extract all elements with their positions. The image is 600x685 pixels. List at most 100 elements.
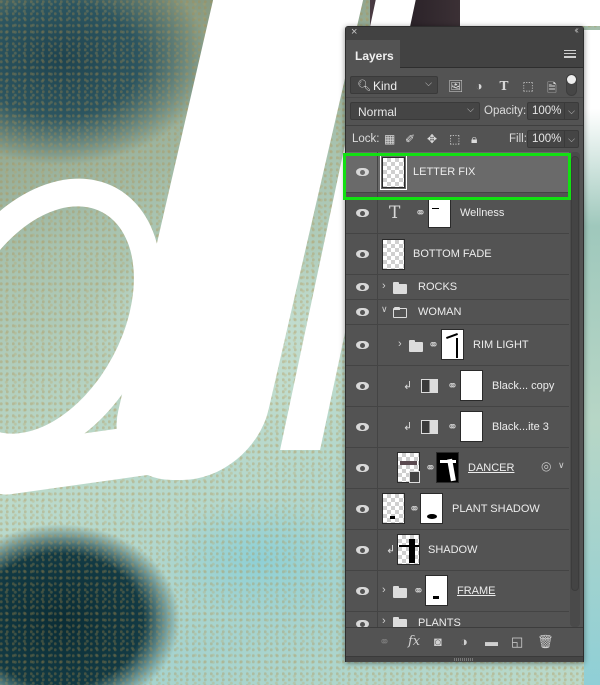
layer-name[interactable]: DANCER — [468, 462, 514, 474]
scrollbar-thumb[interactable] — [571, 156, 579, 591]
new-layer-icon[interactable]: ◱ — [511, 634, 523, 650]
visibility-toggle[interactable] — [346, 152, 378, 192]
lock-all-icon[interactable]: 🔒︎ — [471, 132, 477, 147]
panel-titlebar[interactable]: × ‹‹ — [346, 25, 583, 40]
layer-name[interactable]: ROCKS — [418, 281, 457, 293]
layer-name[interactable]: PLANTS — [418, 617, 461, 627]
visibility-toggle[interactable] — [346, 571, 378, 611]
eye-icon[interactable] — [356, 250, 369, 258]
visibility-toggle[interactable] — [346, 407, 378, 447]
visibility-toggle[interactable] — [346, 448, 378, 488]
layer-mask-thumbnail[interactable] — [420, 493, 443, 524]
link-icon[interactable]: ⚭ — [413, 583, 424, 599]
layer-row-wellness[interactable]: T ⚭ Wellness — [346, 193, 569, 234]
eye-icon[interactable] — [356, 308, 369, 316]
layer-name[interactable]: WOMAN — [418, 306, 461, 318]
link-icon[interactable]: ⚭ — [447, 419, 458, 435]
new-adjustment-icon[interactable]: ◑ — [460, 634, 468, 649]
smart-object-filter-icon[interactable]: 🗎︎ — [545, 79, 559, 100]
tab-layers[interactable]: Layers — [346, 40, 400, 69]
panel-resize-handle[interactable] — [346, 656, 583, 662]
layer-name[interactable]: Wellness — [460, 207, 504, 219]
add-mask-icon[interactable]: ◙ — [434, 634, 442, 649]
layers-list[interactable]: LETTER FIX T ⚭ Wellness BOTTOM FADE › RO… — [346, 152, 569, 627]
visibility-toggle[interactable] — [346, 275, 378, 299]
visibility-toggle[interactable] — [346, 366, 378, 406]
layer-row-black-white-3[interactable]: ↲ ⚭ Black...ite 3 — [346, 407, 569, 448]
link-icon[interactable]: ⚭ — [428, 337, 439, 353]
visibility-toggle[interactable] — [346, 489, 378, 529]
layer-name[interactable]: FRAME — [457, 585, 496, 597]
layer-name[interactable]: LETTER FIX — [413, 166, 475, 178]
new-group-icon[interactable]: ▬ — [485, 634, 498, 649]
layer-row-black-white-copy[interactable]: ↲ ⚭ Black... copy — [346, 366, 569, 407]
image-filter-icon[interactable]: 🖼︎ — [448, 79, 463, 93]
link-icon[interactable]: ⚭ — [447, 378, 458, 394]
layer-mask-thumbnail[interactable] — [428, 197, 451, 228]
collapse-icon[interactable]: ‹‹ — [574, 25, 578, 36]
layer-row-rim-light[interactable]: › ⚭ RIM LIGHT — [346, 325, 569, 366]
eye-icon[interactable] — [356, 283, 369, 291]
visibility-toggle[interactable] — [346, 234, 378, 274]
layer-name[interactable]: Black...ite 3 — [492, 421, 549, 433]
visibility-toggle[interactable] — [346, 325, 378, 365]
layer-row-plants[interactable]: › PLANTS — [346, 612, 569, 627]
shape-filter-icon[interactable]: ⬚ — [521, 79, 535, 93]
eye-icon[interactable] — [356, 464, 369, 472]
link-icon[interactable]: ⚭ — [409, 501, 420, 517]
chevron-right-icon[interactable]: › — [398, 338, 402, 350]
chevron-right-icon[interactable]: › — [382, 280, 386, 292]
fill-dropdown[interactable]: ⌵ — [565, 130, 579, 148]
fill-input[interactable]: 100% — [527, 130, 565, 148]
eye-icon[interactable] — [356, 341, 369, 349]
layer-mask-thumbnail[interactable] — [460, 370, 483, 401]
layer-name[interactable]: BOTTOM FADE — [413, 248, 492, 260]
layer-row-dancer[interactable]: ⚭ DANCER ◎ ∨ — [346, 448, 569, 489]
eye-icon[interactable] — [356, 546, 369, 554]
opacity-dropdown[interactable]: ⌵ — [565, 102, 579, 120]
eye-icon[interactable] — [356, 168, 369, 176]
layer-row-plant-shadow[interactable]: ⚭ PLANT SHADOW — [346, 489, 569, 530]
close-icon[interactable]: × — [351, 26, 357, 38]
layer-row-rocks[interactable]: › ROCKS — [346, 275, 569, 300]
layer-row-bottom-fade[interactable]: BOTTOM FADE — [346, 234, 569, 275]
layer-mask-thumbnail[interactable] — [436, 452, 459, 483]
layer-row-shadow[interactable]: ↲ SHADOW — [346, 530, 569, 571]
layer-row-frame[interactable]: › ⚭ FRAME — [346, 571, 569, 612]
fx-icon[interactable]: fx — [408, 634, 420, 649]
lock-position-icon[interactable]: ✥ — [427, 132, 437, 146]
delete-icon[interactable]: 🗑︎ — [537, 634, 554, 650]
layer-mask-thumbnail[interactable] — [460, 411, 483, 442]
layer-name[interactable]: RIM LIGHT — [473, 339, 529, 351]
chevron-down-icon[interactable]: ∨ — [381, 304, 388, 315]
chevron-right-icon[interactable]: › — [382, 584, 386, 596]
layer-mask-thumbnail[interactable] — [441, 329, 464, 360]
layer-name[interactable]: SHADOW — [428, 544, 478, 556]
eye-icon[interactable] — [356, 382, 369, 390]
layer-row-letter-fix[interactable]: LETTER FIX — [346, 152, 569, 193]
blend-mode-select[interactable]: Normal ⌵ — [350, 102, 480, 120]
eye-icon[interactable] — [356, 587, 369, 595]
lock-artboard-icon[interactable]: ⬚ — [449, 132, 460, 146]
type-filter-icon[interactable]: T — [497, 79, 511, 93]
eye-icon[interactable] — [356, 423, 369, 431]
lock-image-pixels-icon[interactable]: ✐ — [405, 132, 415, 146]
link-layers-icon[interactable]: ⚭ — [379, 634, 390, 650]
adjustment-filter-icon[interactable]: ◑ — [472, 79, 486, 93]
layer-name[interactable]: PLANT SHADOW — [452, 503, 540, 515]
layer-mask-thumbnail[interactable] — [425, 575, 448, 606]
opacity-input[interactable]: 100% — [527, 102, 565, 120]
filter-toggle[interactable] — [566, 74, 577, 96]
visibility-toggle[interactable] — [346, 193, 378, 233]
chevron-down-icon[interactable]: ∨ — [558, 460, 565, 471]
filter-kind-select[interactable]: 🔍︎ Kind ⌵ — [350, 76, 438, 94]
layer-row-woman[interactable]: ∨ WOMAN — [346, 300, 569, 325]
link-icon[interactable]: ⚭ — [425, 460, 436, 476]
panel-menu-icon[interactable] — [564, 50, 576, 58]
layer-name[interactable]: Black... copy — [492, 380, 554, 392]
lock-transparent-pixels-icon[interactable]: ▦ — [384, 132, 395, 146]
layer-effects-icon[interactable]: ◎ — [541, 459, 551, 473]
eye-icon[interactable] — [356, 209, 369, 217]
visibility-toggle[interactable] — [346, 530, 378, 570]
eye-icon[interactable] — [356, 620, 369, 627]
